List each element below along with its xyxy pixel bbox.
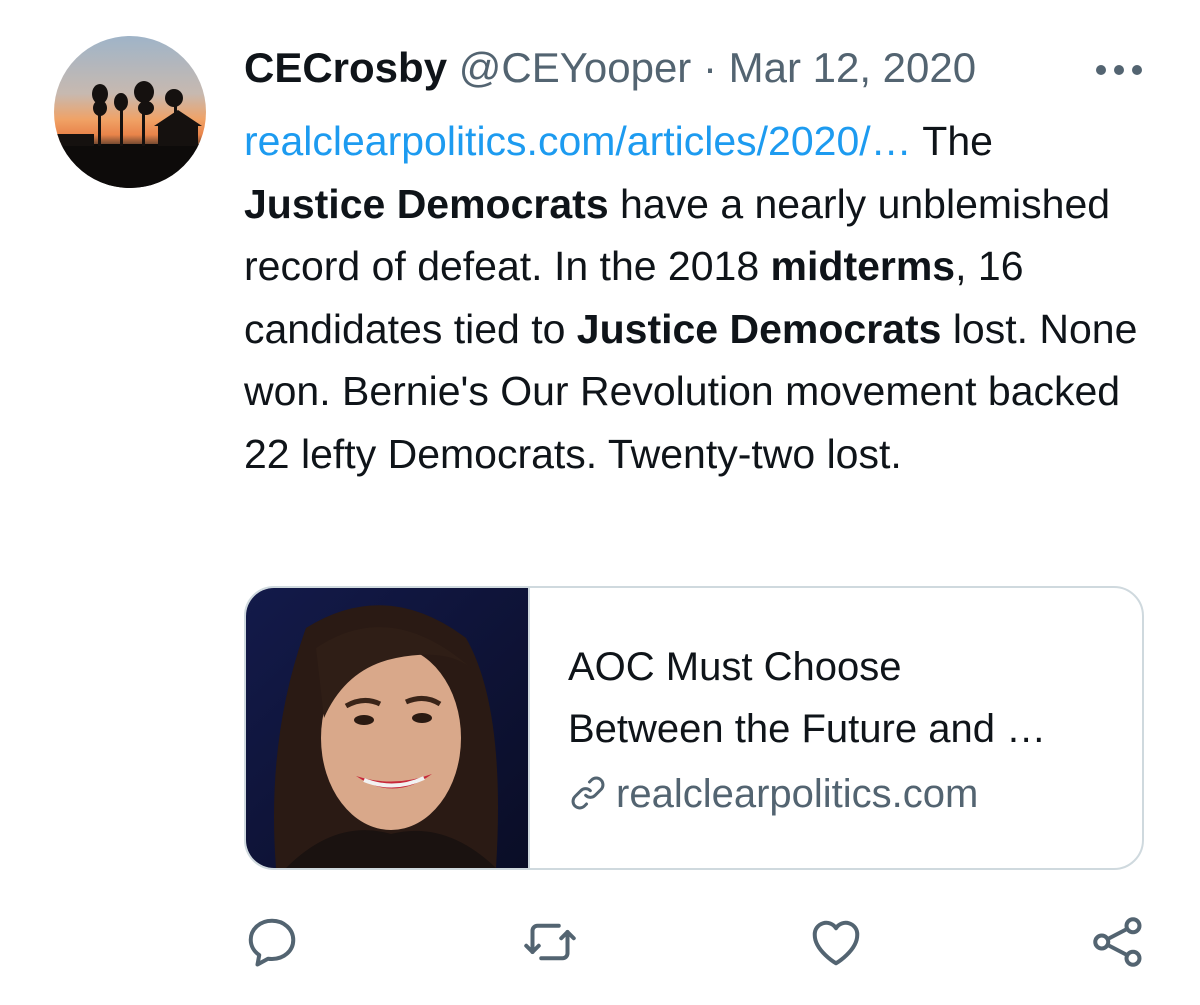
tweet-date[interactable]: Mar 12, 2020: [729, 44, 977, 91]
header-separator: ·: [691, 44, 729, 91]
more-horizontal-icon[interactable]: [1094, 60, 1144, 80]
card-thumbnail: [246, 588, 530, 868]
tweet-text-segment: The: [911, 118, 993, 164]
avatar[interactable]: [54, 36, 206, 188]
card-title-line: Between the Future and …: [568, 707, 1047, 751]
retweet-icon[interactable]: [520, 912, 580, 972]
card-thumbnail-image: [246, 588, 528, 868]
link-icon: [571, 776, 605, 810]
bold-text: Justice Democrats: [576, 305, 942, 352]
card-title-line: AOC Must Choose: [568, 645, 902, 689]
tweet-text: realclearpolitics.com/articles/2020/… Th…: [244, 110, 1144, 485]
article-link[interactable]: realclearpolitics.com/articles/2020/…: [244, 118, 912, 164]
link-preview-card[interactable]: AOC Must Choose Between the Future and ……: [244, 586, 1144, 870]
avatar-image: [54, 36, 206, 188]
heart-icon[interactable]: [806, 912, 866, 972]
author-handle[interactable]: @CEYooper: [459, 44, 692, 91]
share-icon[interactable]: [1088, 912, 1148, 972]
card-domain-text: realclearpolitics.com: [616, 772, 979, 816]
tweet-header: CECrosby @CEYooper · Mar 12, 2020: [244, 44, 976, 92]
card-title[interactable]: AOC Must Choose Between the Future and …: [568, 636, 1128, 760]
reply-icon[interactable]: [242, 912, 302, 972]
tweet: CECrosby @CEYooper · Mar 12, 2020 realcl…: [0, 0, 1200, 1005]
card-domain: realclearpolitics.com: [568, 770, 978, 818]
author-name[interactable]: CECrosby: [244, 44, 447, 91]
bold-text: midterms: [770, 243, 956, 289]
bold-text: Justice Democrats: [244, 180, 609, 227]
